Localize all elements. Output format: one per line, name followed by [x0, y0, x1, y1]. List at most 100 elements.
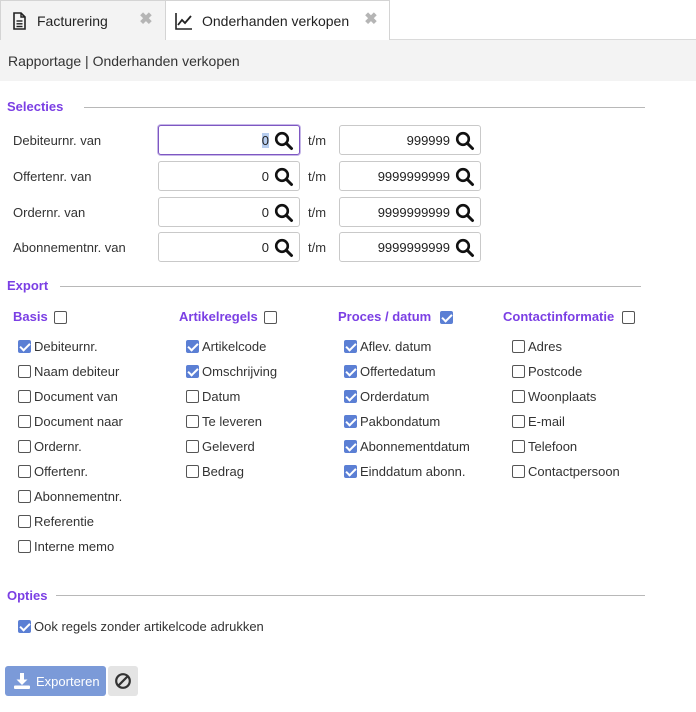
- tab-facturering[interactable]: Facturering ✖: [0, 0, 166, 41]
- close-icon[interactable]: ✖: [139, 12, 153, 28]
- checkbox-label: Artikelcode: [202, 339, 267, 354]
- checkbox-pakbondatum[interactable]: [344, 415, 357, 428]
- export-button[interactable]: Exporteren: [5, 666, 106, 696]
- tab-facturering-label: Facturering: [37, 13, 108, 29]
- field-value: 0: [261, 205, 269, 220]
- field-value: 9999999999: [377, 240, 450, 255]
- offertenr-from-input[interactable]: 0: [158, 161, 300, 191]
- tab-onderhanden-verkopen[interactable]: Onderhanden verkopen ✖: [165, 0, 390, 41]
- checkbox-woonplaats[interactable]: [512, 390, 525, 403]
- checkbox-debiteurnr[interactable]: [18, 340, 31, 353]
- group-checkbox-artikelregels[interactable]: [264, 311, 277, 324]
- tm-label: t/m: [308, 133, 327, 148]
- ban-icon: [115, 673, 131, 689]
- search-icon[interactable]: [455, 238, 475, 258]
- section-divider: [84, 107, 645, 108]
- checkbox-label: Adres: [528, 339, 562, 354]
- checkbox-label: Naam debiteur: [34, 364, 120, 379]
- debiteurnr-to-input[interactable]: 999999: [339, 125, 481, 155]
- checkbox-aflev-datum[interactable]: [344, 340, 357, 353]
- tab-onderhanden-verkopen-label: Onderhanden verkopen: [202, 13, 350, 29]
- checkbox-label: Omschrijving: [202, 364, 278, 379]
- checkbox-artikelcode[interactable]: [186, 340, 199, 353]
- abonnementnr-to-input[interactable]: 9999999999: [339, 232, 481, 262]
- search-icon[interactable]: [455, 203, 475, 223]
- breadcrumb: Rapportage | Onderhanden verkopen: [8, 53, 240, 69]
- checkbox-datum[interactable]: [186, 390, 199, 403]
- checkbox-ook-regels-zonder-artikelcode[interactable]: [18, 620, 31, 633]
- checkbox-label: Postcode: [528, 364, 583, 379]
- abonnementnr-from-input[interactable]: 0: [158, 232, 300, 262]
- checkbox-omschrijving[interactable]: [186, 365, 199, 378]
- checkbox-naam-debiteur[interactable]: [18, 365, 31, 378]
- offertenr-to-input[interactable]: 9999999999: [339, 161, 481, 191]
- close-icon[interactable]: ✖: [364, 12, 378, 28]
- section-title-export: Export: [7, 278, 49, 293]
- checkbox-label: Te leveren: [202, 414, 262, 429]
- checkbox-orderdatum[interactable]: [344, 390, 357, 403]
- checkbox-label: Offertenr.: [34, 464, 88, 479]
- section-title-opties: Opties: [7, 588, 48, 603]
- checkbox-referentie[interactable]: [18, 515, 31, 528]
- ordernr-to-input[interactable]: 9999999999: [339, 197, 481, 227]
- section-title-selecties: Selecties: [7, 99, 64, 114]
- checkbox-label: Debiteurnr.: [34, 339, 98, 354]
- cancel-button[interactable]: [108, 666, 138, 696]
- checkbox-label: Referentie: [34, 514, 94, 529]
- field-value: 999999: [406, 133, 450, 148]
- search-icon[interactable]: [274, 131, 294, 151]
- checkbox-te-leveren[interactable]: [186, 415, 199, 428]
- search-icon[interactable]: [274, 238, 294, 258]
- checkbox-ordernr[interactable]: [18, 440, 31, 453]
- checkbox-geleverd[interactable]: [186, 440, 199, 453]
- checkbox-label: Woonplaats: [528, 389, 597, 404]
- group-title-proces-datum: Proces / datum: [338, 309, 432, 324]
- line-chart-icon: [175, 13, 192, 30]
- checkbox-label: Pakbondatum: [360, 414, 441, 429]
- export-button-label: Exporteren: [36, 674, 100, 689]
- checkbox-label: Bedrag: [202, 464, 244, 479]
- download-icon: [14, 673, 30, 689]
- checkbox-abonnementnr[interactable]: [18, 490, 31, 503]
- checkbox-label: E-mail: [528, 414, 565, 429]
- document-icon: [13, 12, 26, 30]
- field-value: 9999999999: [377, 205, 450, 220]
- checkbox-label: Aflev. datum: [360, 339, 432, 354]
- section-divider: [60, 286, 641, 287]
- checkbox-document-naar[interactable]: [18, 415, 31, 428]
- checkbox-offertedatum[interactable]: [344, 365, 357, 378]
- search-icon[interactable]: [274, 203, 294, 223]
- checkbox-email[interactable]: [512, 415, 525, 428]
- tm-label: t/m: [308, 240, 327, 255]
- checkbox-label: Abonnementdatum: [360, 439, 470, 454]
- checkbox-abonnementdatum[interactable]: [344, 440, 357, 453]
- field-value: 0: [261, 169, 269, 184]
- group-checkbox-basis[interactable]: [54, 311, 67, 324]
- checkbox-bedrag[interactable]: [186, 465, 199, 478]
- checkbox-label: Orderdatum: [360, 389, 430, 404]
- search-icon[interactable]: [274, 167, 294, 187]
- checkbox-postcode[interactable]: [512, 365, 525, 378]
- checkbox-label: Offertedatum: [360, 364, 436, 379]
- checkbox-offertenr[interactable]: [18, 465, 31, 478]
- checkbox-document-van[interactable]: [18, 390, 31, 403]
- search-icon[interactable]: [455, 167, 475, 187]
- offertenr-label: Offertenr. van: [13, 169, 92, 184]
- checkbox-einddatum-abonn[interactable]: [344, 465, 357, 478]
- group-title-basis: Basis: [13, 309, 48, 324]
- abonnementnr-label: Abonnementnr. van: [13, 240, 126, 255]
- checkbox-label: Ordernr.: [34, 439, 82, 454]
- debiteurnr-label: Debiteurnr. van: [13, 133, 102, 148]
- checkbox-interne-memo[interactable]: [18, 540, 31, 553]
- tm-label: t/m: [308, 169, 327, 184]
- search-icon[interactable]: [455, 131, 475, 151]
- debiteurnr-from-input[interactable]: 0: [158, 125, 300, 155]
- checkbox-adres[interactable]: [512, 340, 525, 353]
- checkbox-telefoon[interactable]: [512, 440, 525, 453]
- breadcrumb-bar: Rapportage | Onderhanden verkopen: [0, 40, 696, 81]
- ordernr-from-input[interactable]: 0: [158, 197, 300, 227]
- group-checkbox-contactinformatie[interactable]: [622, 311, 635, 324]
- group-title-contactinformatie: Contactinformatie: [503, 309, 615, 324]
- group-checkbox-proces-datum[interactable]: [440, 311, 453, 324]
- checkbox-contactpersoon[interactable]: [512, 465, 525, 478]
